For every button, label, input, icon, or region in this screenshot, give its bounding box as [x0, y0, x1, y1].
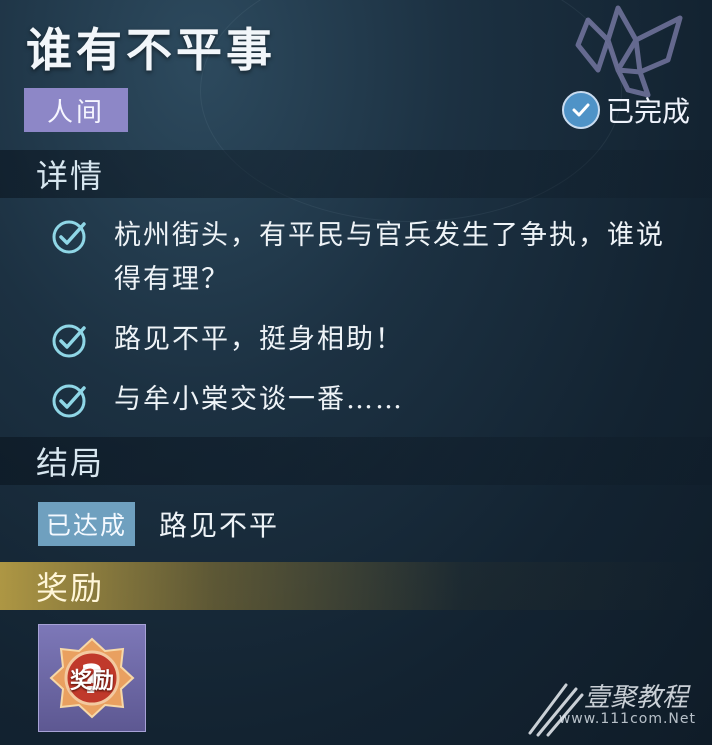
details-header-label: 详情: [36, 157, 105, 195]
watermark-url: www.111com.Net: [558, 711, 696, 727]
check-circle-icon: [52, 220, 86, 254]
reward-item[interactable]: ? 奖励: [38, 624, 146, 732]
site-watermark: 壹聚教程 www.111com.Net: [526, 677, 696, 737]
butterfly-emblem-icon: [575, 5, 683, 98]
status-label: 已完成: [605, 95, 690, 128]
rewards-header-label: 奖励: [36, 569, 105, 607]
detail-item: 路见不平，挺身相助！: [50, 318, 674, 362]
rewards-header: 奖励: [0, 562, 712, 610]
ending-achieved-badge: 已达成: [38, 502, 136, 546]
detail-item-text: 杭州街头，有平民与官兵发生了争执，谁说得有理？: [114, 220, 665, 295]
check-circle-icon: [52, 384, 86, 418]
ending-name: 路见不平: [159, 509, 280, 542]
ending-header-label: 结局: [36, 444, 105, 482]
check-circle-icon: [561, 91, 600, 129]
category-tag: 人间: [24, 88, 128, 132]
detail-item-text: 路见不平，挺身相助！: [114, 324, 404, 355]
watermark-brand: 壹聚教程: [583, 683, 688, 713]
ending-row: 已达成 路见不平: [38, 502, 279, 546]
mystery-reward-icon: ? 奖励: [49, 635, 135, 721]
reward-item-label: 奖励: [69, 668, 114, 694]
quest-status: 已完成: [561, 88, 690, 132]
details-header: 详情: [0, 150, 712, 198]
detail-item-text: 与牟小棠交谈一番……: [114, 384, 404, 415]
quest-title: 谁有不平事: [26, 23, 276, 77]
detail-item: 杭州街头，有平民与官兵发生了争执，谁说得有理？: [50, 214, 674, 302]
check-circle-icon: [52, 324, 86, 358]
detail-item: 与牟小棠交谈一番……: [50, 378, 674, 422]
ending-header: 结局: [0, 437, 712, 485]
watermark-logo-icon: [528, 683, 584, 737]
